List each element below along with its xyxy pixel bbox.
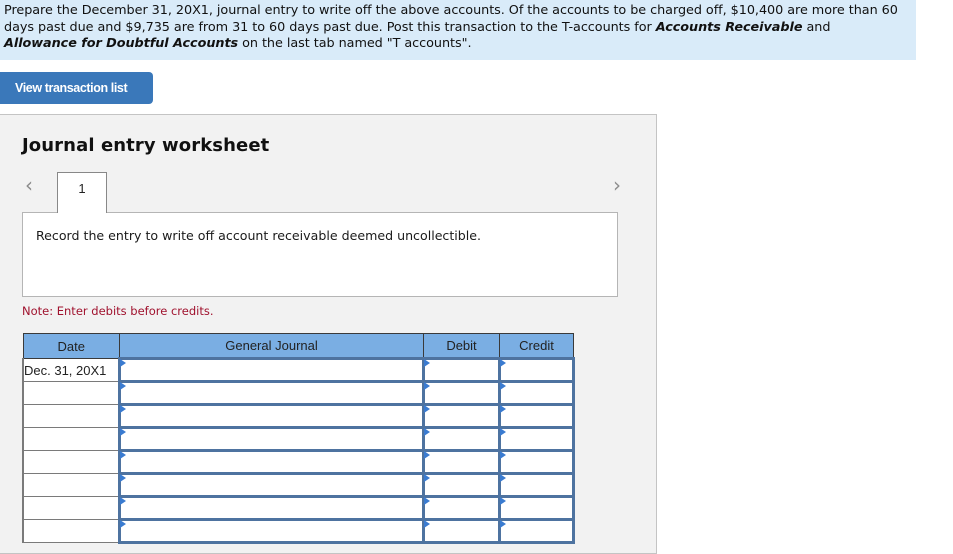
journal-row [22, 518, 575, 544]
journal-row [22, 426, 575, 452]
credit-input[interactable] [501, 475, 572, 495]
column-header-date: Date [22, 333, 120, 359]
account-cell [118, 495, 425, 521]
debit-input[interactable] [425, 521, 498, 541]
journal-row [22, 449, 575, 475]
credit-cell [498, 449, 575, 475]
journal-header-row: Date General Journal Debit Credit [22, 333, 574, 359]
debit-cell [422, 495, 501, 521]
credit-input[interactable] [501, 383, 572, 403]
view-transaction-list-button[interactable]: View transaction list [0, 72, 153, 104]
credit-input[interactable] [501, 498, 572, 518]
account-select[interactable] [121, 452, 422, 472]
instructions-bold-accounts-receivable: Accounts Receivable [655, 19, 803, 35]
credit-cell [498, 403, 575, 429]
date-cell [22, 450, 120, 474]
debit-cell [422, 403, 501, 429]
debit-cell [422, 380, 501, 406]
tab-entry-1[interactable]: 1 [57, 172, 107, 213]
debit-input[interactable] [425, 475, 498, 495]
instructions-text: and [802, 19, 831, 35]
journal-row [22, 472, 575, 498]
account-cell [118, 472, 425, 498]
instructions-text: on the last tab named "T accounts". [238, 36, 472, 51]
journal-row [22, 495, 575, 521]
journal-entry-worksheet: Journal entry worksheet ‹ 1 › Record the… [0, 114, 657, 554]
debit-input[interactable] [425, 429, 498, 449]
credit-cell [498, 472, 575, 498]
debit-input[interactable] [425, 383, 498, 403]
account-select[interactable] [121, 360, 422, 380]
column-header-credit: Credit [499, 333, 574, 359]
credit-input[interactable] [501, 452, 572, 472]
debit-input[interactable] [425, 360, 498, 380]
note-text: Note: Enter debits before credits. [22, 304, 214, 318]
credit-cell [498, 380, 575, 406]
chevron-right-icon[interactable]: › [613, 175, 621, 195]
credit-input[interactable] [501, 360, 572, 380]
instructions-bold-allowance: Allowance for Doubtful Accounts [4, 36, 239, 51]
worksheet-title: Journal entry worksheet [22, 135, 270, 156]
date-cell [22, 404, 120, 428]
chevron-left-icon[interactable]: ‹ [25, 175, 33, 195]
date-cell [22, 519, 120, 543]
account-cell [118, 426, 425, 452]
instructions-panel: Prepare the December 31, 20X1, journal e… [0, 0, 916, 60]
credit-cell [498, 495, 575, 521]
credit-cell [498, 518, 575, 544]
date-cell [22, 381, 120, 405]
account-cell [118, 403, 425, 429]
account-cell [118, 518, 425, 544]
account-cell [118, 357, 425, 383]
debit-input[interactable] [425, 406, 498, 426]
credit-input[interactable] [501, 406, 572, 426]
date-cell [22, 473, 120, 497]
credit-input[interactable] [501, 429, 572, 449]
debit-cell [422, 472, 501, 498]
debit-cell [422, 518, 501, 544]
entry-prompt-box: Record the entry to write off account re… [22, 212, 618, 297]
debit-input[interactable] [425, 452, 498, 472]
column-header-general-journal: General Journal [119, 333, 424, 359]
account-select[interactable] [121, 498, 422, 518]
credit-input[interactable] [501, 521, 572, 541]
debit-input[interactable] [425, 498, 498, 518]
date-cell: Dec. 31, 20X1 [22, 358, 120, 382]
date-cell [22, 427, 120, 451]
account-cell [118, 380, 425, 406]
credit-cell [498, 426, 575, 452]
journal-table: Date General Journal Debit Credit Dec. 3… [22, 333, 575, 544]
account-cell [118, 449, 425, 475]
account-select[interactable] [121, 429, 422, 449]
credit-cell [498, 357, 575, 383]
entry-prompt-text: Record the entry to write off account re… [36, 228, 482, 243]
account-select[interactable] [121, 383, 422, 403]
account-select[interactable] [121, 406, 422, 426]
date-cell [22, 496, 120, 520]
account-select[interactable] [121, 521, 422, 541]
debit-cell [422, 426, 501, 452]
journal-row [22, 380, 575, 406]
journal-row [22, 403, 575, 429]
journal-row: Dec. 31, 20X1 [22, 357, 575, 383]
debit-cell [422, 357, 501, 383]
debit-cell [422, 449, 501, 475]
account-select[interactable] [121, 475, 422, 495]
column-header-debit: Debit [423, 333, 500, 359]
